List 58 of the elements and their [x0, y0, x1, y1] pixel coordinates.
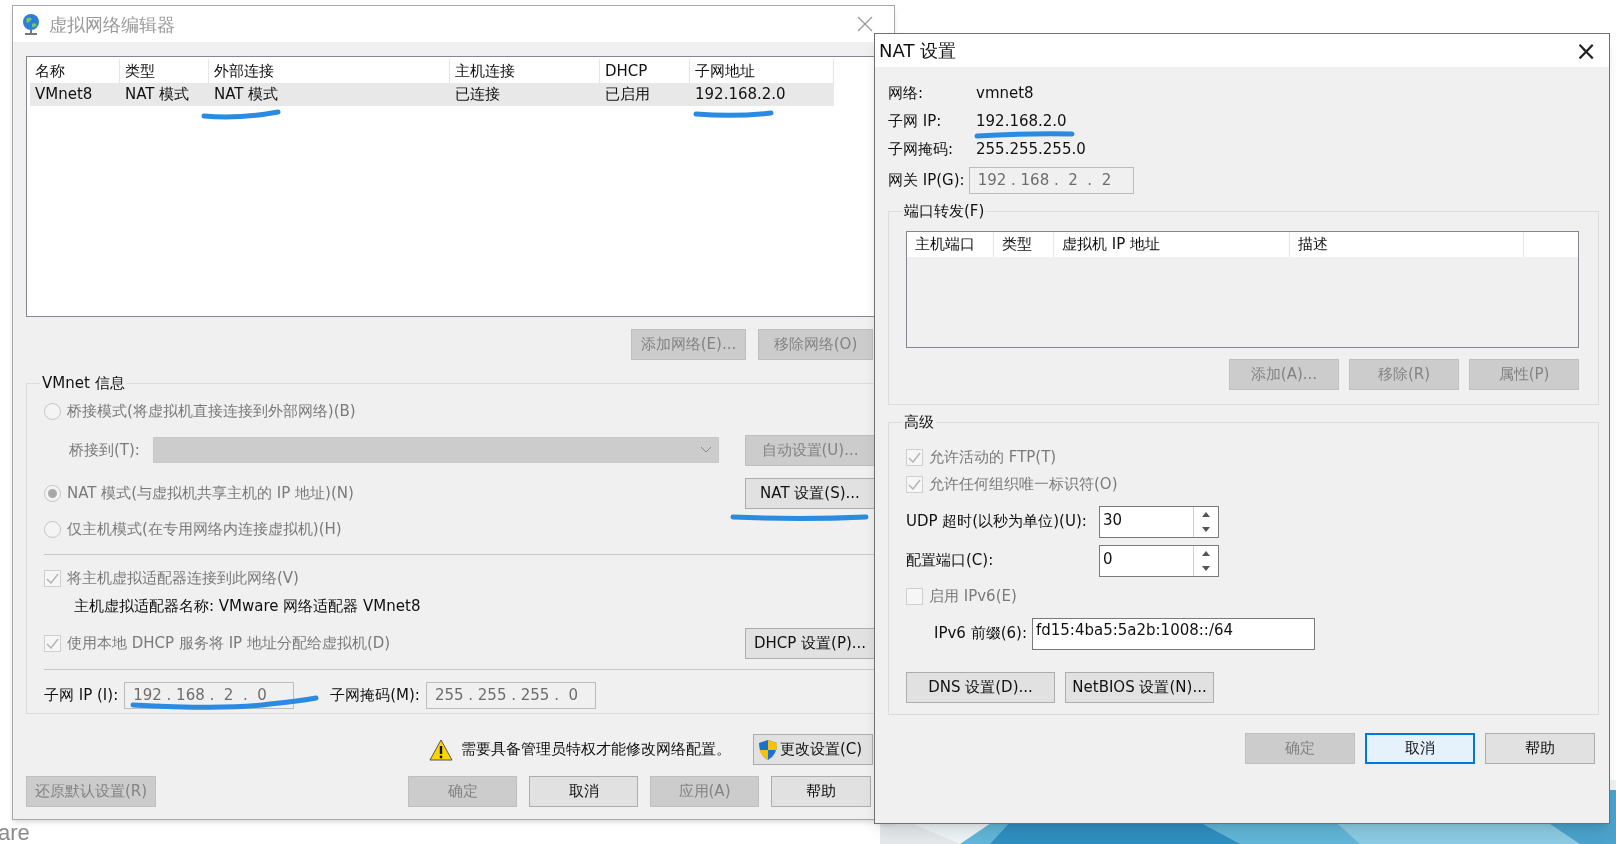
radio-label: 桥接模式(将虚拟机直接连接到外部网络)(B) [67, 401, 356, 423]
checkbox-label: 允许活动的 FTP(T) [929, 446, 1057, 468]
column-header[interactable]: 主机端口 [907, 231, 994, 257]
radio-label: 仅主机模式(在专用网络内连接虚拟机)(H) [67, 519, 342, 541]
field-label: 子网 IP: [888, 110, 943, 132]
window-title: 虚拟网络编辑器 [49, 12, 175, 37]
field-value: 192.168.2.0 [976, 110, 1067, 132]
button[interactable]: 取消 [529, 775, 638, 807]
field-label: UDP 超时(以秒为单位)(U): [906, 511, 1088, 533]
adapter-name-text: 主机虚拟适配器名称: VMware 网络适配器 VMnet8 [74, 596, 422, 618]
table-cell-text: 已连接 [454, 84, 501, 106]
button[interactable]: DNS 设置(D)... [906, 671, 1055, 703]
table-cell-text: NAT 模式 [124, 84, 191, 106]
column-header[interactable]: 类型 [994, 231, 1054, 257]
button[interactable]: 取消 [1365, 733, 1475, 764]
table-row[interactable]: VMnet8 NAT 模式 NAT 模式 已连接 已启用 192.168.2.0 [30, 83, 834, 106]
warning-icon [429, 738, 453, 761]
checkbox-label: 使用本地 DHCP 服务将 IP 地址分配给虚拟机(D) [67, 632, 391, 654]
group-title: VMnet 信息 [41, 373, 126, 394]
table-cell-text: 已启用 [604, 84, 651, 106]
field-label: 网络: [888, 82, 925, 104]
button[interactable]: NAT 设置(S)... [745, 477, 875, 509]
field-value: 255.255.255.0 [976, 138, 1086, 160]
button[interactable]: DHCP 设置(P)... [745, 627, 875, 659]
field-label: 子网 IP (I): [44, 685, 119, 707]
spinner-field[interactable]: 0 [1099, 544, 1219, 577]
close-icon[interactable] [856, 15, 874, 33]
change-settings-button[interactable]: 更改设置(C) [753, 734, 873, 765]
field-label: 配置端口(C): [906, 550, 995, 572]
table-cell-text: VMnet8 [34, 84, 94, 106]
field-label: 桥接到(T): [69, 439, 141, 461]
checkbox-label: 允许任何组织唯一标识符(O) [929, 473, 1118, 495]
ip-field[interactable]: 255 . 255 . 255 . 0 [425, 682, 596, 709]
field-label: 子网掩码: [888, 138, 955, 160]
chevron-down-icon [700, 446, 712, 454]
checkbox-label: 将主机虚拟适配器连接到此网络(V) [67, 567, 299, 589]
input-field[interactable]: fd15:4ba5:5a2b:1008::/64 [1031, 617, 1315, 650]
button[interactable]: 帮助 [771, 775, 871, 807]
field-label: 网关 IP(G): [888, 170, 965, 192]
shield-icon [758, 738, 778, 761]
ip-field[interactable]: 192 . 168 . 2 . 2 [968, 167, 1134, 194]
column-header[interactable]: 描述 [1290, 231, 1524, 257]
button[interactable]: 帮助 [1485, 733, 1595, 764]
warning-text: 需要具备管理员特权才能修改网络配置。 [461, 739, 731, 761]
group-title: 端口转发(F) [903, 201, 986, 222]
field-label: IPv6 前缀(6): [934, 623, 1027, 645]
table-cell-text: NAT 模式 [213, 84, 280, 106]
field-label: 子网掩码(M): [330, 685, 420, 707]
table-cell-text: 192.168.2.0 [694, 84, 787, 106]
button[interactable]: NetBIOS 设置(N)... [1065, 671, 1214, 703]
checkbox-label: 启用 IPv6(E) [929, 585, 1017, 607]
spinner-field[interactable]: 30 [1099, 505, 1219, 538]
radio-label: NAT 模式(与虚拟机共享主机的 IP 地址)(N) [67, 482, 354, 504]
dialog-title: NAT 设置 [879, 39, 957, 63]
field-value: vmnet8 [976, 82, 1034, 104]
column-header[interactable]: 虚拟机 IP 地址 [1054, 231, 1290, 257]
group-title: 高级 [903, 412, 935, 433]
close-button[interactable]: × [1575, 37, 1597, 64]
